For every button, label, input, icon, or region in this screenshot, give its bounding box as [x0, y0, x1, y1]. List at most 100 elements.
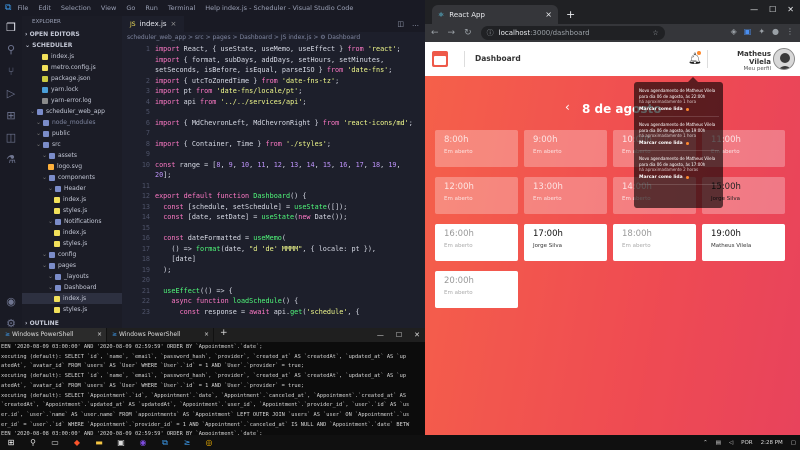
code-line[interactable]: 14 const [date, setDate] = useState(new …	[122, 212, 425, 223]
powershell-taskbar-icon[interactable]: ≥	[176, 438, 198, 447]
mark-as-read-button[interactable]: Marcar como lida	[639, 175, 719, 181]
code-line[interactable]: 17 () => format(date, "d 'de' MMMM", { l…	[122, 244, 425, 255]
file-item[interactable]: package.json	[22, 73, 122, 84]
code-line[interactable]: 23 const response = await api.get('sched…	[122, 307, 425, 318]
bookmark-star-icon[interactable]: ☆	[652, 29, 658, 37]
folder-item[interactable]: ⌄ src	[22, 139, 122, 150]
puzzle-extension-icon[interactable]: ✦	[758, 27, 765, 36]
mark-as-read-button[interactable]: Marcar como lida	[639, 141, 719, 147]
code-line[interactable]: 1 import React, { useState, useMemo, useE…	[122, 44, 425, 55]
action-center-icon[interactable]: ▢	[791, 440, 796, 446]
mark-as-read-button[interactable]: Marcar como lida	[639, 107, 719, 113]
folder-item[interactable]: ⌄ Dashboard	[22, 282, 122, 293]
folder-item[interactable]: ⌄ pages	[22, 260, 122, 271]
file-item[interactable]: index.js	[22, 227, 122, 238]
forward-icon[interactable]: →	[448, 28, 456, 38]
code-line[interactable]: 7	[122, 128, 425, 139]
menu-icon[interactable]: ⋮	[786, 27, 794, 36]
maximize-icon[interactable]: ☐	[769, 5, 776, 14]
chevron-left-icon[interactable]: ‹	[565, 100, 570, 114]
menu-item-edit[interactable]: Edit	[38, 4, 51, 12]
shield-extension-icon[interactable]: ◈	[731, 27, 737, 36]
new-tab-button[interactable]: +	[566, 8, 575, 21]
code-line[interactable]: 15	[122, 223, 425, 234]
minimize-icon[interactable]: —	[377, 328, 384, 342]
file-item[interactable]: styles.js	[22, 205, 122, 216]
search-icon[interactable]: ⚲	[22, 438, 44, 447]
file-item[interactable]: index.js	[22, 293, 122, 304]
folder-item[interactable]: ⌄ assets	[22, 150, 122, 161]
browser-tab[interactable]: ⚛ React App ×	[432, 5, 558, 24]
file-item[interactable]: logo.svg	[22, 161, 122, 172]
file-item[interactable]: yarn-error.log	[22, 95, 122, 106]
code-line[interactable]: 9	[122, 149, 425, 160]
terminal-taskbar-icon[interactable]: ▣	[110, 438, 132, 447]
address-bar[interactable]: ⓘ localhost:3000/dashboard ☆	[480, 26, 665, 40]
folder-item[interactable]: ⌄ components	[22, 172, 122, 183]
code-line[interactable]: import { format, subDays, addDays, setHo…	[122, 55, 425, 66]
close-tab-icon[interactable]: ×	[171, 20, 177, 28]
close-icon[interactable]: ✕	[787, 5, 794, 14]
breadcrumb[interactable]: scheduler_web_app > src > pages > Dashbo…	[122, 32, 425, 44]
vscode-taskbar-icon[interactable]: ⧉	[154, 438, 176, 448]
folder-item[interactable]: ⌄ Header	[22, 183, 122, 194]
back-icon[interactable]: ←	[431, 28, 439, 38]
time-slot[interactable]: 13:00h Em aberto	[524, 177, 607, 214]
terminal-tab-1[interactable]: ≥ Windows PowerShell ×	[0, 328, 107, 342]
code-line[interactable]: 16 const dateFormatted = useMemo(	[122, 233, 425, 244]
clock[interactable]: 2:28 PM	[761, 440, 783, 446]
avatar[interactable]	[773, 48, 795, 70]
time-slot[interactable]: 16:00h Em aberto	[435, 224, 518, 261]
code-line[interactable]: 11	[122, 181, 425, 192]
code-line[interactable]: 2 import { utcToZonedTime } from 'date-fn…	[122, 76, 425, 87]
time-slot[interactable]: 8:00h Em aberto	[435, 130, 518, 167]
tab-index-js[interactable]: JS index.js ×	[122, 16, 185, 32]
task-view-icon[interactable]: ▭	[44, 438, 66, 447]
file-item[interactable]: index.js	[22, 194, 122, 205]
maximize-icon[interactable]: ☐	[396, 328, 402, 342]
code-line[interactable]: 10 const range = [8, 9, 10, 11, 12, 13, 1…	[122, 160, 425, 171]
run-debug-icon[interactable]: ▷	[0, 82, 22, 104]
file-item[interactable]: metro.config.js	[22, 62, 122, 73]
test-icon[interactable]: ⚗	[0, 148, 22, 170]
code-line[interactable]: setSeconds, isBefore, isEqual, parseISO …	[122, 65, 425, 76]
close-tab-icon[interactable]: ×	[545, 10, 552, 19]
time-slot[interactable]: 18:00h Em aberto	[613, 224, 696, 261]
code-line[interactable]: 20];	[122, 170, 425, 181]
code-line[interactable]: 6 import { MdChevronLeft, MdChevronRight …	[122, 118, 425, 129]
tray-up-icon[interactable]: ⌃	[703, 440, 708, 446]
extensions-icon[interactable]: ⊞	[0, 104, 22, 126]
code-line[interactable]: 21 useEffect(() => {	[122, 286, 425, 297]
close-icon[interactable]: ✕	[414, 328, 420, 342]
search-icon[interactable]: ⚲	[0, 38, 22, 60]
translate-extension-icon[interactable]: ▣	[744, 27, 752, 36]
manage-gear-icon[interactable]: ⚙	[0, 312, 22, 329]
time-slot[interactable]: 9:00h Em aberto	[524, 130, 607, 167]
folder-item[interactable]: ⌄ _layouts	[22, 271, 122, 282]
profile-icon[interactable]: ●	[772, 27, 779, 36]
file-item[interactable]: yarn.lock	[22, 84, 122, 95]
code-editor[interactable]: 1 import React, { useState, useMemo, useE…	[122, 44, 425, 317]
remote-icon[interactable]: ◫	[0, 126, 22, 148]
code-line[interactable]: 3 import pt from 'date-fns/locale/pt';	[122, 86, 425, 97]
terminal-output[interactable]: EEN '2020-08-09 03:00:00' AND '2020-08-0…	[0, 342, 425, 435]
start-windows-icon[interactable]: ⊞	[0, 438, 22, 447]
file-item[interactable]: styles.js	[22, 238, 122, 249]
code-line[interactable]: 20	[122, 275, 425, 286]
menu-item-run[interactable]: Run	[145, 4, 157, 12]
outline-section[interactable]: › OUTLINE	[22, 318, 59, 328]
time-slot[interactable]: 20:00h Em aberto	[435, 271, 518, 308]
scheduler-section[interactable]: ⌄ SCHEDULER	[22, 40, 122, 51]
menu-item-selection[interactable]: Selection	[61, 4, 91, 12]
insomnia-icon[interactable]: ◉	[132, 438, 154, 447]
folder-item[interactable]: ⌄ config	[22, 249, 122, 260]
more-actions-icon[interactable]: …	[412, 20, 419, 28]
menu-item-terminal[interactable]: Terminal	[168, 4, 195, 12]
split-editor-icon[interactable]: ◫	[397, 20, 404, 28]
code-line[interactable]: 12 export default function Dashboard() {	[122, 191, 425, 202]
reload-icon[interactable]: ↻	[464, 28, 472, 38]
minimize-icon[interactable]: —	[750, 5, 758, 14]
calendar-logo-icon[interactable]	[432, 51, 448, 67]
source-control-icon[interactable]: ⑂	[0, 60, 22, 82]
open-editors-section[interactable]: › OPEN EDITORS	[22, 29, 122, 40]
